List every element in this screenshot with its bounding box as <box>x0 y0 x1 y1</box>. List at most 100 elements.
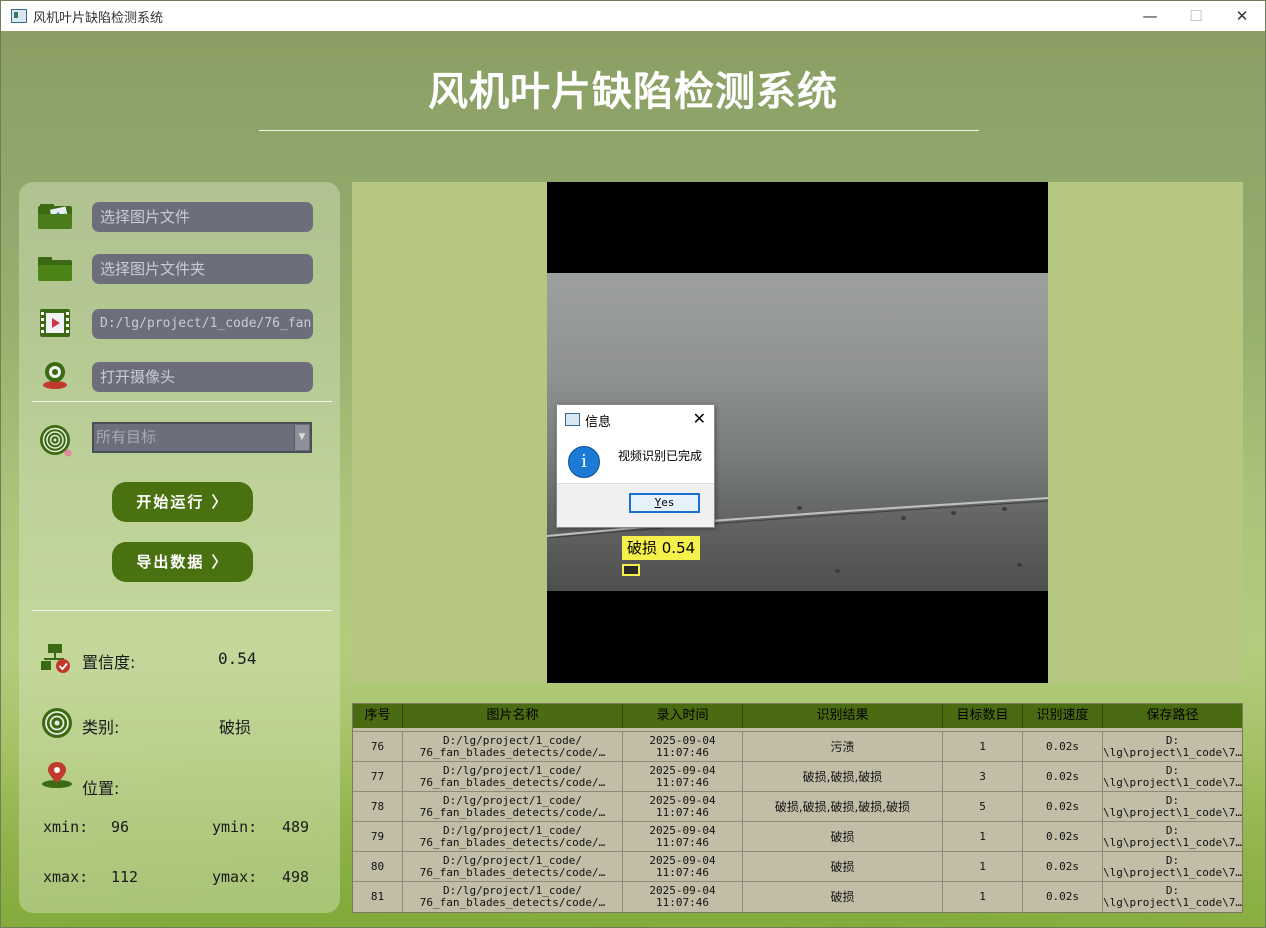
cell-count: 1 <box>943 882 1023 912</box>
target-select[interactable]: 所有目标 ▼ <box>92 422 312 453</box>
info-icon: i <box>568 446 600 478</box>
xmin-label: xmin: <box>43 818 89 836</box>
minimize-button[interactable]: — <box>1127 1 1173 31</box>
camera-input[interactable]: 打开摄像头 <box>92 362 313 392</box>
cell-time: 2025-09-04 11:07:46 <box>623 852 743 882</box>
detection-label: 破损 0.54 <box>622 536 701 560</box>
target-icon <box>40 425 72 457</box>
cell-result: 破损 <box>743 822 943 852</box>
column-header[interactable]: 图片名称 <box>403 704 623 728</box>
cell-result: 污渍 <box>743 732 943 762</box>
app-window: 风机叶片缺陷检测系统 — ☐ ✕ 风机叶片缺陷检测系统 选择图片文件 选择图片文… <box>0 0 1266 928</box>
info-dialog: 信息 ✕ i 视频识别已完成 Yes <box>556 404 715 528</box>
cell-time: 2025-09-04 11:07:46 <box>623 732 743 762</box>
cell-count: 5 <box>943 792 1023 822</box>
cell-image-name: D:/lg/project/1_code/ 76_fan_blades_dete… <box>403 732 623 762</box>
cell-index: 81 <box>353 882 403 912</box>
table-row[interactable]: 79 D:/lg/project/1_code/ 76_fan_blades_d… <box>353 821 1242 852</box>
cell-speed: 0.02s <box>1023 792 1103 822</box>
cell-speed: 0.02s <box>1023 732 1103 762</box>
ymin-label: ymin: <box>212 818 258 836</box>
column-header[interactable]: 识别结果 <box>743 704 943 728</box>
confidence-label: 置信度: <box>82 653 136 672</box>
table-header: 序号 图片名称 录入时间 识别结果 目标数目 识别速度 保存路径 <box>353 704 1242 728</box>
cell-result: 破损 <box>743 852 943 882</box>
location-pin-icon <box>42 762 72 788</box>
rivet <box>835 569 840 573</box>
cell-index: 80 <box>353 852 403 882</box>
cell-save-path: D: \lg\project\1_code\7… <box>1103 762 1242 792</box>
close-button[interactable]: ✕ <box>1219 1 1265 31</box>
cell-save-path: D: \lg\project\1_code\7… <box>1103 852 1242 882</box>
export-button[interactable]: 导出数据 〉 <box>112 542 253 582</box>
page-title: 风机叶片缺陷检测系统 <box>428 69 838 115</box>
cell-time: 2025-09-04 11:07:46 <box>623 882 743 912</box>
table-row[interactable]: 76 D:/lg/project/1_code/ 76_fan_blades_d… <box>353 731 1242 762</box>
maximize-button[interactable]: ☐ <box>1173 1 1219 31</box>
column-header[interactable]: 识别速度 <box>1023 704 1103 728</box>
confidence-icon <box>41 644 70 673</box>
cell-save-path: D: \lg\project\1_code\7… <box>1103 882 1242 912</box>
yes-button[interactable]: Yes <box>629 493 700 513</box>
column-header[interactable]: 保存路径 <box>1103 704 1242 728</box>
app-icon <box>11 9 27 23</box>
title-divider <box>259 130 979 131</box>
image-file-input[interactable]: 选择图片文件 <box>92 202 313 232</box>
rivet <box>951 511 956 515</box>
cell-speed: 0.02s <box>1023 822 1103 852</box>
column-header[interactable]: 目标数目 <box>943 704 1023 728</box>
window-title: 风机叶片缺陷检测系统 <box>33 10 164 26</box>
cell-index: 78 <box>353 792 403 822</box>
table-row[interactable]: 81 D:/lg/project/1_code/ 76_fan_blades_d… <box>353 881 1242 912</box>
column-header[interactable]: 序号 <box>353 704 403 728</box>
ymax-label: ymax: <box>212 868 258 886</box>
camera-icon[interactable] <box>37 360 73 390</box>
cell-index: 79 <box>353 822 403 852</box>
cell-count: 1 <box>943 822 1023 852</box>
cell-result: 破损,破损,破损,破损,破损 <box>743 792 943 822</box>
cell-count: 3 <box>943 762 1023 792</box>
class-value: 破损 <box>219 718 252 737</box>
cell-speed: 0.02s <box>1023 852 1103 882</box>
close-icon[interactable]: ✕ <box>693 409 706 428</box>
results-table: 序号 图片名称 录入时间 识别结果 目标数目 识别速度 保存路径 76 D:/l… <box>352 703 1243 913</box>
video-file-icon[interactable] <box>37 308 73 338</box>
table-row[interactable]: 77 D:/lg/project/1_code/ 76_fan_blades_d… <box>353 761 1242 792</box>
cell-image-name: D:/lg/project/1_code/ 76_fan_blades_dete… <box>403 822 623 852</box>
table-row[interactable]: 80 D:/lg/project/1_code/ 76_fan_blades_d… <box>353 851 1242 882</box>
chevron-down-icon[interactable]: ▼ <box>294 425 309 450</box>
table-row[interactable]: 78 D:/lg/project/1_code/ 76_fan_blades_d… <box>353 791 1242 822</box>
ymin-value: 489 <box>282 818 310 836</box>
app-icon <box>565 413 580 426</box>
cell-image-name: D:/lg/project/1_code/ 76_fan_blades_dete… <box>403 852 623 882</box>
cell-image-name: D:/lg/project/1_code/ 76_fan_blades_dete… <box>403 762 623 792</box>
rivet <box>797 506 802 510</box>
xmax-label: xmax: <box>43 868 89 886</box>
cell-time: 2025-09-04 11:07:46 <box>623 792 743 822</box>
column-header[interactable]: 录入时间 <box>623 704 743 728</box>
class-label: 类别: <box>82 718 120 737</box>
cell-index: 76 <box>353 732 403 762</box>
dialog-title: 信息 <box>585 415 612 430</box>
xmax-value: 112 <box>111 868 139 886</box>
folder-icon[interactable] <box>37 253 73 283</box>
start-button[interactable]: 开始运行 〉 <box>112 482 253 522</box>
cell-image-name: D:/lg/project/1_code/ 76_fan_blades_dete… <box>403 882 623 912</box>
cell-time: 2025-09-04 11:07:46 <box>623 762 743 792</box>
image-folder-input[interactable]: 选择图片文件夹 <box>92 254 313 284</box>
confidence-value: 0.54 <box>218 649 257 668</box>
cell-count: 1 <box>943 852 1023 882</box>
cell-save-path: D: \lg\project\1_code\7… <box>1103 792 1242 822</box>
xmin-value: 96 <box>111 818 130 836</box>
position-label: 位置: <box>82 779 120 798</box>
image-file-icon[interactable] <box>37 201 73 231</box>
rivet <box>1002 507 1007 511</box>
cell-time: 2025-09-04 11:07:46 <box>623 822 743 852</box>
video-path-input[interactable]: D:/lg/project/1_code/76_fan <box>92 309 313 339</box>
cell-save-path: D: \lg\project\1_code\7… <box>1103 732 1242 762</box>
cell-index: 77 <box>353 762 403 792</box>
target-select-value: 所有目标 <box>96 428 157 446</box>
cell-save-path: D: \lg\project\1_code\7… <box>1103 822 1242 852</box>
cell-image-name: D:/lg/project/1_code/ 76_fan_blades_dete… <box>403 792 623 822</box>
cell-speed: 0.02s <box>1023 762 1103 792</box>
